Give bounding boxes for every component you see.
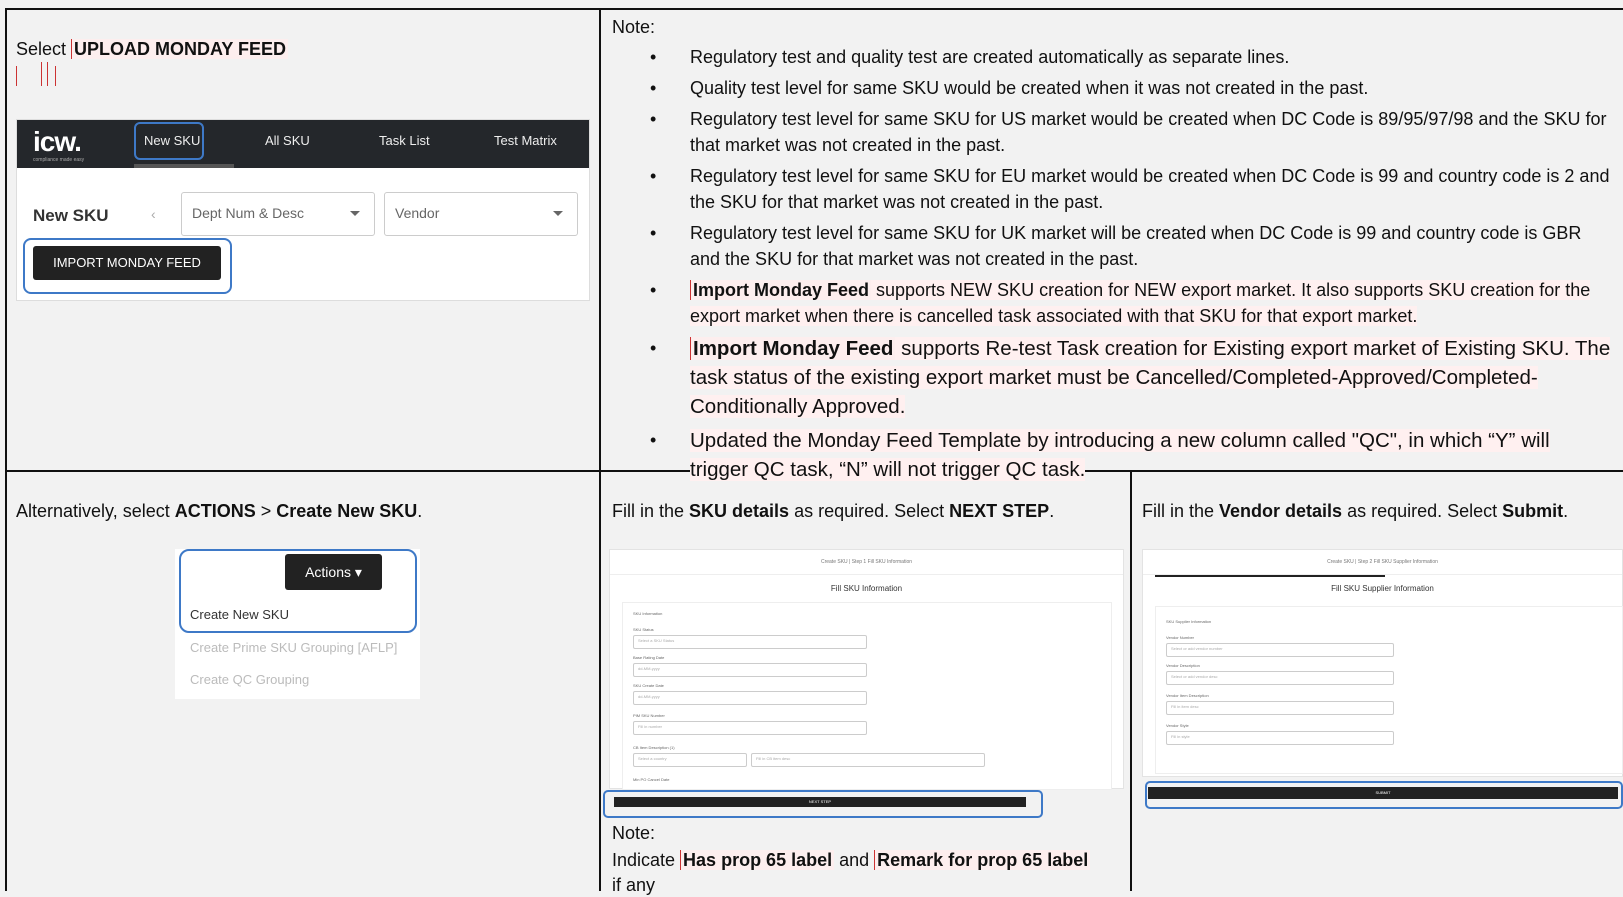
form-panel: SKU Supplier Information Vendor Number S… <box>1155 606 1623 774</box>
dept-select[interactable]: Dept Num & Desc <box>181 192 375 236</box>
menu-item-create-qc-grouping[interactable]: Create QC Grouping <box>190 672 309 687</box>
page-title: New SKU <box>33 206 109 225</box>
vendor-item-desc-input[interactable]: Fill in item desc <box>1166 701 1394 715</box>
table-border-top <box>5 8 1623 10</box>
menu-item-create-new-sku[interactable]: Create New SKU <box>190 607 289 622</box>
tab-test-matrix[interactable]: Test Matrix <box>494 133 557 148</box>
note-item: Regulatory test level for same SKU for U… <box>612 106 1612 158</box>
caret-down-icon <box>350 211 360 216</box>
vendor-style-input[interactable]: Fill in style <box>1166 731 1394 745</box>
prop65-note: Indicate Has prop 65 label and Remark fo… <box>612 850 1091 870</box>
vendor-number-select[interactable]: Select or add vendor number <box>1166 643 1394 657</box>
submit-button[interactable]: SUBMIT <box>1148 787 1618 799</box>
sku-details-instruction: Fill in the SKU details as required. Sel… <box>612 501 1055 521</box>
pim-sku-number-input[interactable]: Fill in number <box>633 721 867 735</box>
form-panel: SKU Information SKU Status Select a SKU … <box>622 602 1112 790</box>
sku-status-select[interactable]: Select a SKU Status <box>633 635 867 649</box>
upload-instruction: Select UPLOAD MONDAY FEED <box>16 39 289 59</box>
revision-mark <box>16 66 17 86</box>
new-sku-screenshot: icw. compliance made easy New SKU All SK… <box>16 119 590 301</box>
revision-mark <box>55 66 56 86</box>
tab-new-sku[interactable]: New SKU <box>144 133 200 148</box>
chevron-left-icon[interactable]: ‹ <box>151 206 156 222</box>
tab-all-sku[interactable]: All SKU <box>265 133 310 148</box>
vendor-select[interactable]: Vendor <box>384 192 578 236</box>
vendor-details-instruction: Fill in the Vendor details as required. … <box>1142 501 1569 521</box>
note-item: Regulatory test and quality test are cre… <box>612 44 1612 70</box>
form-header: Create SKU | Step 2 Fill SKU Supplier In… <box>1143 550 1622 575</box>
sku-form-screenshot: Create SKU | Step 1 Fill SKU Information… <box>609 549 1124 790</box>
form-progress-bar <box>1155 575 1385 577</box>
icw-logo: icw. <box>33 126 82 157</box>
active-tab-underline <box>134 164 234 168</box>
prop65-note-cont: if any <box>612 875 656 895</box>
next-step-button[interactable]: NEXT STEP <box>614 797 1026 807</box>
notes-heading: Note: <box>612 17 656 37</box>
document-page: Select UPLOAD MONDAY FEED icw. complianc… <box>0 0 1623 895</box>
vendor-form-screenshot: Create SKU | Step 2 Fill SKU Supplier In… <box>1142 549 1623 777</box>
note-item: Import Monday Feed supports NEW SKU crea… <box>612 277 1612 329</box>
menu-item-create-prime-sku-grouping[interactable]: Create Prime SKU Grouping [AFLP] <box>190 640 397 655</box>
actions-instruction: Alternatively, select ACTIONS > Create N… <box>16 501 423 521</box>
base-rating-date-input[interactable]: dd-MM-yyyy <box>633 663 867 677</box>
table-col-divider-2 <box>1130 470 1132 891</box>
logo-tagline: compliance made easy <box>33 157 85 163</box>
tab-task-list[interactable]: Task List <box>379 133 430 148</box>
top-nav-bar: icw. compliance made easy New SKU All SK… <box>17 120 589 168</box>
upload-monday-feed-label: UPLOAD MONDAY FEED <box>71 39 289 59</box>
note-item: Regulatory test level for same SKU for U… <box>612 220 1612 272</box>
notes-list: Regulatory test and quality test are cre… <box>612 44 1612 489</box>
sku-create-date-input[interactable]: dd-MM-yyyy <box>633 691 867 705</box>
country-select[interactable]: Select a country <box>633 753 747 767</box>
cb-item-desc-input[interactable]: Fill in CB item desc <box>751 753 985 767</box>
prop65-note-heading: Note: <box>612 823 656 843</box>
note-item: Updated the Monday Feed Template by intr… <box>612 426 1612 484</box>
form-header: Create SKU | Step 1 Fill SKU Information <box>610 550 1123 575</box>
form-title: Fill SKU Supplier Information <box>1331 584 1434 593</box>
note-item: Import Monday Feed supports Re-test Task… <box>612 334 1612 421</box>
import-monday-feed-button[interactable]: IMPORT MONDAY FEED <box>33 246 221 280</box>
revision-mark <box>41 62 42 86</box>
table-col-divider-1 <box>599 8 601 891</box>
form-title: Fill SKU Information <box>830 584 903 593</box>
note-item: Regulatory test level for same SKU for E… <box>612 163 1612 215</box>
revision-mark <box>47 62 48 86</box>
actions-menu-screenshot: Actions ▾ Create New SKU Create Prime SK… <box>175 549 420 699</box>
note-item: Quality test level for same SKU would be… <box>612 75 1612 101</box>
vendor-description-select[interactable]: Select or add vendor desc <box>1166 671 1394 685</box>
caret-down-icon <box>553 211 563 216</box>
table-border-left <box>5 8 7 891</box>
actions-button[interactable]: Actions ▾ <box>285 554 382 590</box>
